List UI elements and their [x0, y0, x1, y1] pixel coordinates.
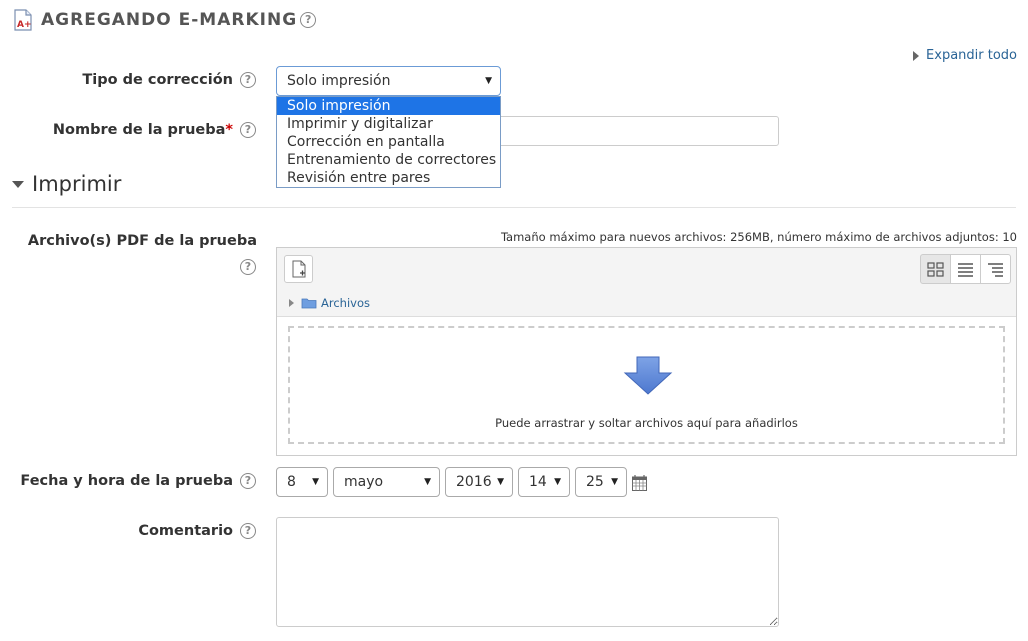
- year-value: 2016: [456, 474, 492, 490]
- expand-triangle-icon: [913, 50, 920, 61]
- grid-view-icon: [927, 262, 944, 277]
- chevron-down-icon: ▼: [611, 477, 618, 487]
- folder-link[interactable]: Archivos: [321, 296, 370, 310]
- add-file-button[interactable]: [284, 255, 313, 283]
- file-manager-toolbar: [277, 248, 1016, 290]
- tipo-correccion-select[interactable]: Solo impresión ▼: [276, 66, 501, 96]
- tipo-correccion-dropdown-list: Solo impresión Imprimir y digitalizar Co…: [276, 96, 501, 188]
- view-tree-button[interactable]: [980, 254, 1011, 284]
- help-icon[interactable]: ?: [300, 12, 317, 28]
- dropdown-option[interactable]: Solo impresión: [277, 97, 500, 115]
- dropdown-option[interactable]: Corrección en pantalla: [277, 133, 500, 151]
- page-header: A+ AGREGANDO E-MARKING ?: [14, 8, 317, 32]
- chevron-down-icon: ▼: [497, 477, 504, 487]
- dropdown-option[interactable]: Entrenamiento de correctores: [277, 151, 500, 169]
- chevron-down-icon: ▼: [554, 477, 561, 487]
- calendar-icon[interactable]: [632, 475, 647, 491]
- dropdown-option[interactable]: Imprimir y digitalizar: [277, 115, 500, 133]
- help-icon[interactable]: ?: [240, 72, 256, 88]
- page-title: AGREGANDO E-MARKING: [41, 10, 298, 30]
- month-select[interactable]: mayo ▼: [333, 467, 440, 497]
- file-limits-text: Tamaño máximo para nuevos archivos: 256M…: [500, 230, 1017, 244]
- help-icon[interactable]: ?: [240, 473, 256, 489]
- list-view-icon: [958, 263, 973, 277]
- year-select[interactable]: 2016 ▼: [445, 467, 513, 497]
- file-manager: Archivos Puede arrastrar y soltar archiv…: [276, 247, 1017, 456]
- day-value: 8: [287, 474, 296, 490]
- hour-select[interactable]: 14 ▼: [518, 467, 570, 497]
- expand-triangle-icon: [289, 298, 294, 307]
- chevron-down-icon: ▼: [485, 76, 492, 86]
- caret-down-icon: [12, 180, 24, 188]
- hour-value: 14: [529, 474, 547, 490]
- minute-value: 25: [586, 474, 604, 490]
- section-imprimir-toggle[interactable]: Imprimir: [12, 172, 121, 196]
- tipo-correccion-label: Tipo de corrección: [82, 72, 233, 88]
- required-mark: *: [225, 122, 233, 138]
- dropdown-option[interactable]: Revisión entre pares: [277, 169, 500, 187]
- add-file-icon: [292, 260, 306, 278]
- view-list-button[interactable]: [950, 254, 981, 284]
- help-icon[interactable]: ?: [240, 122, 256, 138]
- section-title: Imprimir: [32, 172, 122, 196]
- expand-all-link[interactable]: Expandir todo: [913, 48, 1017, 63]
- file-drop-zone[interactable]: Puede arrastrar y soltar archivos aquí p…: [288, 326, 1005, 444]
- help-icon[interactable]: ?: [240, 523, 256, 539]
- chevron-down-icon: ▼: [424, 477, 431, 487]
- help-icon[interactable]: ?: [240, 259, 256, 275]
- month-value: mayo: [344, 474, 384, 490]
- comentario-label: Comentario: [138, 523, 233, 539]
- comentario-textarea[interactable]: [276, 517, 779, 627]
- fecha-label: Fecha y hora de la prueba: [20, 473, 233, 489]
- svg-text:A+: A+: [17, 20, 32, 30]
- nombre-prueba-label: Nombre de la prueba*: [40, 122, 233, 138]
- archivos-label: Archivo(s) PDF de la prueba: [27, 233, 257, 249]
- section-divider: [12, 207, 1016, 208]
- tree-view-icon: [988, 263, 1003, 277]
- minute-select[interactable]: 25 ▼: [575, 467, 627, 497]
- tipo-correccion-value: Solo impresión: [287, 73, 391, 89]
- emarking-document-icon: A+: [14, 9, 32, 31]
- view-icons-button[interactable]: [920, 254, 951, 284]
- expand-all-label: Expandir todo: [926, 48, 1017, 63]
- file-path-bar: Archivos: [277, 289, 1016, 317]
- folder-icon: [301, 298, 317, 308]
- day-select[interactable]: 8 ▼: [276, 467, 328, 497]
- nombre-prueba-label-text: Nombre de la prueba: [52, 122, 226, 138]
- drop-message: Puede arrastrar y soltar archivos aquí p…: [495, 416, 798, 430]
- download-arrow-icon: [623, 356, 673, 395]
- chevron-down-icon: ▼: [312, 477, 319, 487]
